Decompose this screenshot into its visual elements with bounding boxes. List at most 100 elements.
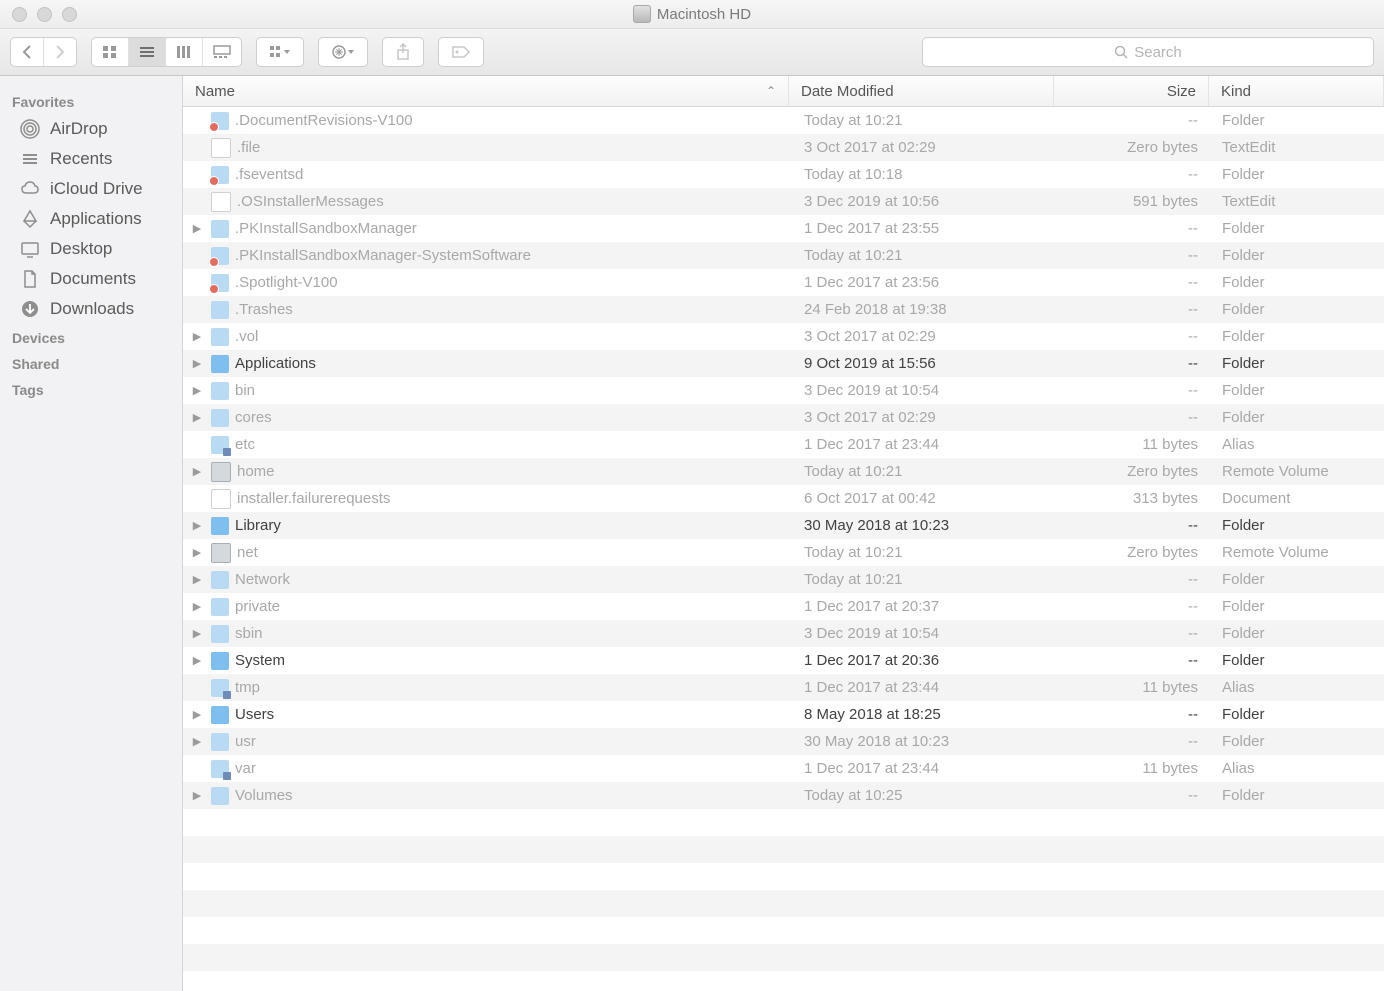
sidebar-item-label: iCloud Drive bbox=[50, 179, 143, 199]
file-row[interactable]: ▶NetworkToday at 10:21--Folder bbox=[183, 566, 1384, 593]
action-menu-button[interactable] bbox=[318, 37, 368, 67]
disclosure-triangle-icon[interactable]: ▶ bbox=[189, 600, 205, 613]
file-name: System bbox=[235, 652, 285, 669]
file-kind: Folder bbox=[1210, 220, 1384, 237]
disclosure-triangle-icon[interactable]: ▶ bbox=[189, 654, 205, 667]
empty-row bbox=[183, 890, 1384, 917]
disclosure-triangle-icon[interactable]: ▶ bbox=[189, 411, 205, 424]
disclosure-triangle-icon[interactable]: ▶ bbox=[189, 708, 205, 721]
file-row[interactable]: installer.failurerequests6 Oct 2017 at 0… bbox=[183, 485, 1384, 512]
file-row[interactable]: .OSInstallerMessages3 Dec 2019 at 10:565… bbox=[183, 188, 1384, 215]
disclosure-triangle-icon[interactable]: ▶ bbox=[189, 627, 205, 640]
file-date: Today at 10:21 bbox=[792, 463, 1056, 480]
file-row[interactable]: ▶sbin3 Dec 2019 at 10:54--Folder bbox=[183, 620, 1384, 647]
file-kind: Alias bbox=[1210, 679, 1384, 696]
file-row[interactable]: ▶.PKInstallSandboxManager1 Dec 2017 at 2… bbox=[183, 215, 1384, 242]
view-list-button[interactable] bbox=[129, 38, 166, 66]
airdrop-icon bbox=[20, 119, 40, 139]
file-row[interactable]: etc1 Dec 2017 at 23:4411 bytesAlias bbox=[183, 431, 1384, 458]
file-size: -- bbox=[1056, 382, 1210, 399]
sidebar-item-airdrop[interactable]: AirDrop bbox=[0, 114, 182, 144]
empty-row bbox=[183, 863, 1384, 890]
file-date: 1 Dec 2017 at 20:37 bbox=[792, 598, 1056, 615]
file-kind: Folder bbox=[1210, 733, 1384, 750]
forward-button[interactable] bbox=[44, 38, 76, 66]
file-row[interactable]: ▶Library30 May 2018 at 10:23--Folder bbox=[183, 512, 1384, 539]
sidebar-item-applications[interactable]: Applications bbox=[0, 204, 182, 234]
sidebar-section-favorites: Favorites bbox=[0, 88, 182, 114]
sidebar-item-downloads[interactable]: Downloads bbox=[0, 294, 182, 324]
column-name[interactable]: Name ⌃ bbox=[183, 76, 789, 106]
sidebar-item-desktop[interactable]: Desktop bbox=[0, 234, 182, 264]
column-date[interactable]: Date Modified bbox=[789, 76, 1054, 106]
file-row[interactable]: ▶cores3 Oct 2017 at 02:29--Folder bbox=[183, 404, 1384, 431]
sidebar-item-label: Documents bbox=[50, 269, 136, 289]
file-size: -- bbox=[1056, 301, 1210, 318]
file-row[interactable]: ▶Applications9 Oct 2019 at 15:56--Folder bbox=[183, 350, 1384, 377]
file-row[interactable]: ▶Users8 May 2018 at 18:25--Folder bbox=[183, 701, 1384, 728]
sidebar-item-documents[interactable]: Documents bbox=[0, 264, 182, 294]
folder-icon bbox=[211, 166, 229, 184]
file-size: -- bbox=[1056, 652, 1210, 669]
view-gallery-button[interactable] bbox=[203, 38, 241, 66]
disclosure-triangle-icon[interactable]: ▶ bbox=[189, 465, 205, 478]
file-row[interactable]: ▶bin3 Dec 2019 at 10:54--Folder bbox=[183, 377, 1384, 404]
file-kind: Folder bbox=[1210, 112, 1384, 129]
sidebar-item-recents[interactable]: Recents bbox=[0, 144, 182, 174]
sidebar-section-devices: Devices bbox=[0, 324, 182, 350]
view-column-button[interactable] bbox=[166, 38, 203, 66]
file-row[interactable]: .Trashes24 Feb 2018 at 19:38--Folder bbox=[183, 296, 1384, 323]
content-area: Name ⌃ Date Modified Size Kind .Document… bbox=[183, 76, 1384, 991]
group-by-button[interactable] bbox=[256, 37, 304, 67]
column-kind[interactable]: Kind bbox=[1209, 76, 1384, 106]
disclosure-triangle-icon[interactable]: ▶ bbox=[189, 735, 205, 748]
rvol-icon bbox=[211, 462, 231, 482]
icloud-icon bbox=[20, 179, 40, 199]
folder-icon bbox=[211, 706, 229, 724]
file-row[interactable]: tmp1 Dec 2017 at 23:4411 bytesAlias bbox=[183, 674, 1384, 701]
search-field[interactable]: Search bbox=[922, 37, 1374, 67]
disclosure-triangle-icon[interactable]: ▶ bbox=[189, 789, 205, 802]
downloads-icon bbox=[20, 299, 40, 319]
file-row[interactable]: .fseventsdToday at 10:18--Folder bbox=[183, 161, 1384, 188]
sidebar-item-label: Downloads bbox=[50, 299, 134, 319]
alias-icon bbox=[211, 760, 229, 778]
tags-button[interactable] bbox=[438, 37, 484, 67]
file-row[interactable]: .file3 Oct 2017 at 02:29Zero bytesTextEd… bbox=[183, 134, 1384, 161]
disclosure-triangle-icon[interactable]: ▶ bbox=[189, 384, 205, 397]
disclosure-triangle-icon[interactable]: ▶ bbox=[189, 519, 205, 532]
file-row[interactable]: .Spotlight-V1001 Dec 2017 at 23:56--Fold… bbox=[183, 269, 1384, 296]
file-name: bin bbox=[235, 382, 255, 399]
file-row[interactable]: ▶private1 Dec 2017 at 20:37--Folder bbox=[183, 593, 1384, 620]
disclosure-triangle-icon[interactable]: ▶ bbox=[189, 573, 205, 586]
back-button[interactable] bbox=[11, 38, 44, 66]
file-row[interactable]: ▶.vol3 Oct 2017 at 02:29--Folder bbox=[183, 323, 1384, 350]
disclosure-triangle-icon[interactable]: ▶ bbox=[189, 546, 205, 559]
view-switcher bbox=[91, 37, 242, 67]
column-size[interactable]: Size bbox=[1054, 76, 1209, 106]
file-row[interactable]: ▶usr30 May 2018 at 10:23--Folder bbox=[183, 728, 1384, 755]
file-row[interactable]: ▶VolumesToday at 10:25--Folder bbox=[183, 782, 1384, 809]
file-row[interactable]: .PKInstallSandboxManager-SystemSoftwareT… bbox=[183, 242, 1384, 269]
sidebar-item-label: Applications bbox=[50, 209, 142, 229]
view-icon-button[interactable] bbox=[92, 38, 129, 66]
file-row[interactable]: .DocumentRevisions-V100Today at 10:21--F… bbox=[183, 107, 1384, 134]
share-button[interactable] bbox=[382, 37, 424, 67]
file-row[interactable]: var1 Dec 2017 at 23:4411 bytesAlias bbox=[183, 755, 1384, 782]
folder-icon bbox=[211, 571, 229, 589]
file-date: Today at 10:21 bbox=[792, 112, 1056, 129]
file-date: 3 Dec 2019 at 10:54 bbox=[792, 382, 1056, 399]
file-row[interactable]: ▶homeToday at 10:21Zero bytesRemote Volu… bbox=[183, 458, 1384, 485]
empty-row bbox=[183, 809, 1384, 836]
file-row[interactable]: ▶netToday at 10:21Zero bytesRemote Volum… bbox=[183, 539, 1384, 566]
disclosure-triangle-icon[interactable]: ▶ bbox=[189, 330, 205, 343]
folder-icon bbox=[211, 625, 229, 643]
file-date: 3 Dec 2019 at 10:56 bbox=[792, 193, 1056, 210]
folder-icon bbox=[211, 220, 229, 238]
file-name: usr bbox=[235, 733, 256, 750]
disclosure-triangle-icon[interactable]: ▶ bbox=[189, 357, 205, 370]
disclosure-triangle-icon[interactable]: ▶ bbox=[189, 222, 205, 235]
sidebar-item-icloud-drive[interactable]: iCloud Drive bbox=[0, 174, 182, 204]
file-row[interactable]: ▶System1 Dec 2017 at 20:36--Folder bbox=[183, 647, 1384, 674]
sort-indicator-icon: ⌃ bbox=[766, 84, 776, 98]
